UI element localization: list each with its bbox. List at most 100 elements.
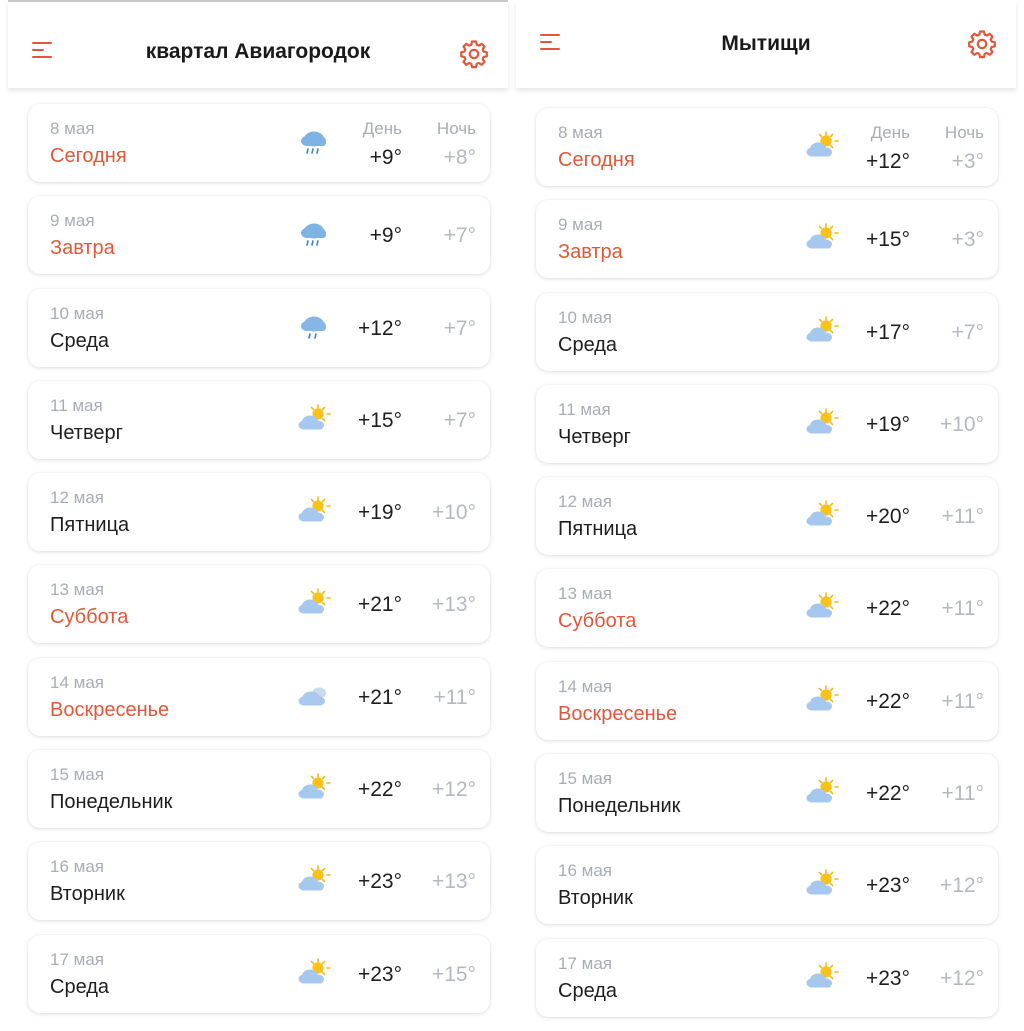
day-column-label: День [362, 119, 402, 138]
day-name: Сегодня [558, 149, 635, 171]
hamburger-menu-icon[interactable] [538, 32, 566, 56]
day-column-label: День [870, 123, 910, 142]
forecast-day-row[interactable]: 13 мая Суббота +21° +13° [28, 565, 490, 644]
partly-cloudy-icon [804, 961, 840, 993]
forecast-day-row[interactable]: 17 мая Среда +23° +12° [536, 938, 998, 1017]
day-temperature: +21° [357, 593, 402, 617]
day-temperature: +15° [865, 228, 910, 252]
night-temperature: +7° [951, 320, 984, 344]
night-temperature: +12° [939, 966, 984, 990]
day-date: 13 мая [50, 580, 104, 600]
night-temperature: +11° [941, 505, 984, 529]
partly-cloudy-icon [804, 776, 840, 808]
forecast-day-row[interactable]: 17 мая Среда +23° +15° [28, 934, 490, 1013]
partly-cloudy-icon [296, 403, 332, 435]
app-header: Мытищи [516, 0, 1016, 88]
night-temperature: +7° [443, 224, 476, 248]
forecast-day-row[interactable]: 10 мая Среда +12° +7° [28, 288, 490, 367]
day-date: 13 мая [558, 584, 612, 604]
night-temperature: +7° [443, 408, 476, 432]
night-column-label: Ночь [436, 119, 476, 138]
forecast-day-row[interactable]: 8 мая Сегодня День Ночь +12° +3° [536, 108, 998, 186]
night-temperature: +11° [941, 782, 984, 806]
night-temperature: +15° [431, 962, 476, 986]
day-temperature: +23° [357, 962, 402, 986]
forecast-day-row[interactable]: 11 мая Четверг +19° +10° [536, 384, 998, 463]
day-temperature: +12° [357, 316, 402, 340]
gear-icon[interactable] [966, 28, 998, 60]
night-temperature: +12° [431, 778, 476, 802]
day-date: 8 мая [50, 119, 95, 138]
light-rain-cloud-icon [296, 311, 332, 343]
day-name: Среда [50, 329, 110, 352]
day-temperature: +9° [369, 224, 402, 248]
forecast-day-row[interactable]: 15 мая Понедельник +22° +11° [536, 754, 998, 833]
day-date: 12 мая [558, 492, 612, 512]
day-temperature: +15° [357, 408, 402, 432]
location-title: Мытищи [721, 32, 811, 55]
day-temperature: +23° [865, 874, 910, 898]
partly-cloudy-icon [804, 407, 840, 439]
day-date: 9 мая [50, 211, 95, 231]
day-name: Среда [558, 333, 618, 356]
forecast-day-row[interactable]: 16 мая Вторник +23° +13° [28, 842, 490, 921]
forecast-day-row[interactable]: 10 мая Среда +17° +7° [536, 292, 998, 371]
night-temperature: +11° [433, 685, 476, 709]
forecast-day-row[interactable]: 9 мая Завтра +15° +3° [536, 200, 998, 279]
day-name: Завтра [558, 241, 623, 264]
day-date: 17 мая [558, 953, 612, 973]
day-temperature: +20° [865, 505, 910, 529]
day-date: 15 мая [50, 765, 104, 785]
gear-icon[interactable] [458, 38, 490, 70]
day-temperature: +19° [865, 412, 910, 436]
night-temperature: +3° [951, 228, 984, 252]
day-name: Вторник [50, 883, 125, 906]
partly-cloudy-icon [804, 499, 840, 531]
night-temperature: +10° [939, 412, 984, 436]
day-date: 14 мая [558, 676, 612, 696]
day-name: Суббота [50, 606, 129, 629]
forecast-day-row[interactable]: 12 мая Пятница +20° +11° [536, 477, 998, 556]
forecast-day-row[interactable]: 12 мая Пятница +19° +10° [28, 473, 490, 552]
partly-cloudy-icon [296, 587, 332, 619]
forecast-day-row[interactable]: 8 мая Сегодня День Ночь +9° +8° [28, 104, 490, 182]
forecast-day-row[interactable]: 13 мая Суббота +22° +11° [536, 569, 998, 648]
partly-cloudy-icon [804, 315, 840, 347]
day-date: 8 мая [558, 123, 603, 142]
forecast-day-row[interactable]: 14 мая Воскресенье +22° +11° [536, 661, 998, 740]
day-temperature: +19° [357, 501, 402, 525]
day-name: Воскресенье [50, 698, 170, 721]
partly-cloudy-icon [296, 864, 332, 896]
forecast-list: 8 мая Сегодня День Ночь +12° +3° 9 мая Завтра +1… [536, 108, 998, 1031]
night-temperature: +7° [443, 316, 476, 340]
day-name: Среда [558, 979, 618, 1002]
day-temperature: +23° [357, 870, 402, 894]
rain-cloud-icon [296, 126, 332, 158]
partly-cloudy-icon [804, 222, 840, 254]
forecast-day-row[interactable]: 15 мая Понедельник +22° +12° [28, 750, 490, 829]
day-date: 17 мая [50, 949, 104, 969]
forecast-day-row[interactable]: 11 мая Четверг +15° +7° [28, 380, 490, 459]
left-forecast-screen: квартал Авиагородок 8 мая Сегодня День Ночь… [8, 0, 508, 1024]
night-temperature: +13° [431, 870, 476, 894]
day-date: 14 мая [50, 672, 104, 692]
day-temperature: +22° [865, 689, 910, 713]
cloudy-icon [296, 680, 332, 712]
day-name: Суббота [558, 610, 637, 633]
night-temperature: +13° [431, 593, 476, 617]
partly-cloudy-icon [804, 130, 840, 162]
day-date: 16 мая [558, 861, 612, 881]
day-temperature: +22° [865, 782, 910, 806]
forecast-day-row[interactable]: 16 мая Вторник +23° +12° [536, 846, 998, 925]
night-temperature: +11° [941, 597, 984, 621]
rain-cloud-icon [296, 218, 332, 250]
partly-cloudy-icon [804, 684, 840, 716]
day-date: 9 мая [558, 215, 603, 235]
hamburger-menu-icon[interactable] [30, 40, 58, 64]
day-name: Воскресенье [558, 702, 678, 725]
forecast-day-row[interactable]: 9 мая Завтра +9° +7° [28, 196, 490, 275]
day-temperature: +17° [865, 320, 910, 344]
forecast-list: 8 мая Сегодня День Ночь +9° +8° 9 мая Завтра +9°… [28, 104, 490, 1027]
forecast-day-row[interactable]: 14 мая Воскресенье +21° +11° [28, 657, 490, 736]
night-temperature: +8° [443, 146, 476, 169]
